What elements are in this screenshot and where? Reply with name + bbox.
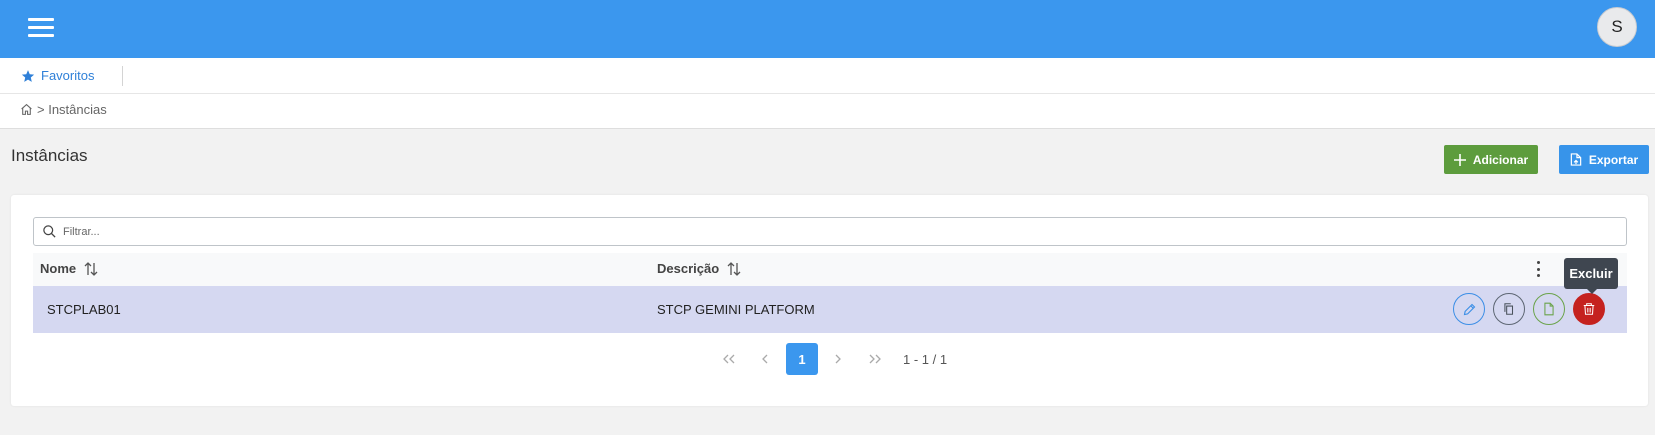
add-button[interactable]: Adicionar xyxy=(1444,145,1538,174)
last-page-icon[interactable] xyxy=(859,343,891,375)
add-button-label: Adicionar xyxy=(1472,152,1529,167)
sort-icon xyxy=(84,261,98,276)
home-icon[interactable] xyxy=(20,103,33,116)
edit-button[interactable] xyxy=(1453,293,1485,325)
star-icon xyxy=(21,69,35,82)
breadcrumb-current: Instâncias xyxy=(48,102,107,117)
breadcrumb-bar: > Instâncias xyxy=(0,94,1655,129)
table-header: Nome Descrição xyxy=(33,253,1627,286)
copy-icon xyxy=(1504,303,1514,315)
document-button[interactable] xyxy=(1533,293,1565,325)
favorites-label: Favoritos xyxy=(41,68,95,83)
cell-nome: STCPLAB01 xyxy=(47,302,121,317)
breadcrumb-separator: > xyxy=(37,102,45,117)
delete-button[interactable] xyxy=(1573,293,1605,325)
document-icon xyxy=(1544,302,1554,316)
table-row[interactable]: STCPLAB01 STCP GEMINI PLATFORM xyxy=(33,286,1627,333)
breadcrumb: > Instâncias xyxy=(20,102,107,117)
previous-page-icon[interactable] xyxy=(749,343,781,375)
favorites-link[interactable]: Favoritos xyxy=(21,68,94,83)
next-page-icon[interactable] xyxy=(822,343,854,375)
filter-input[interactable] xyxy=(63,225,1563,238)
user-initial: S xyxy=(1611,17,1623,36)
sort-icon xyxy=(727,261,741,276)
more-options-icon[interactable] xyxy=(1529,260,1547,278)
column-header-label: Descrição xyxy=(657,261,720,276)
export-button[interactable]: Exportar xyxy=(1559,145,1649,174)
page-title: Instâncias xyxy=(11,146,88,165)
favorites-bar: Favoritos xyxy=(0,58,1655,94)
column-header-descricao[interactable]: Descrição xyxy=(657,261,741,276)
trash-icon xyxy=(1583,303,1595,315)
copy-button[interactable] xyxy=(1493,293,1525,325)
divider xyxy=(122,66,123,86)
page-button[interactable]: 1 xyxy=(786,343,818,375)
cell-descricao: STCP GEMINI PLATFORM xyxy=(657,302,815,317)
delete-tooltip: Excluir xyxy=(1564,258,1618,294)
menu-icon[interactable] xyxy=(28,18,54,38)
pagination-info: 1 - 1 / 1 xyxy=(903,352,948,367)
column-header-nome[interactable]: Nome xyxy=(40,261,98,276)
column-header-label: Nome xyxy=(40,261,77,276)
search-icon xyxy=(43,225,56,238)
pencil-icon xyxy=(1463,303,1475,315)
plus-icon xyxy=(1453,153,1466,166)
filter-box xyxy=(33,217,1627,246)
export-button-label: Exportar xyxy=(1588,152,1639,167)
file-export-icon xyxy=(1570,153,1582,166)
user-avatar[interactable]: S xyxy=(1597,7,1637,47)
top-app-bar: S xyxy=(0,0,1655,58)
first-page-icon[interactable] xyxy=(713,343,745,375)
